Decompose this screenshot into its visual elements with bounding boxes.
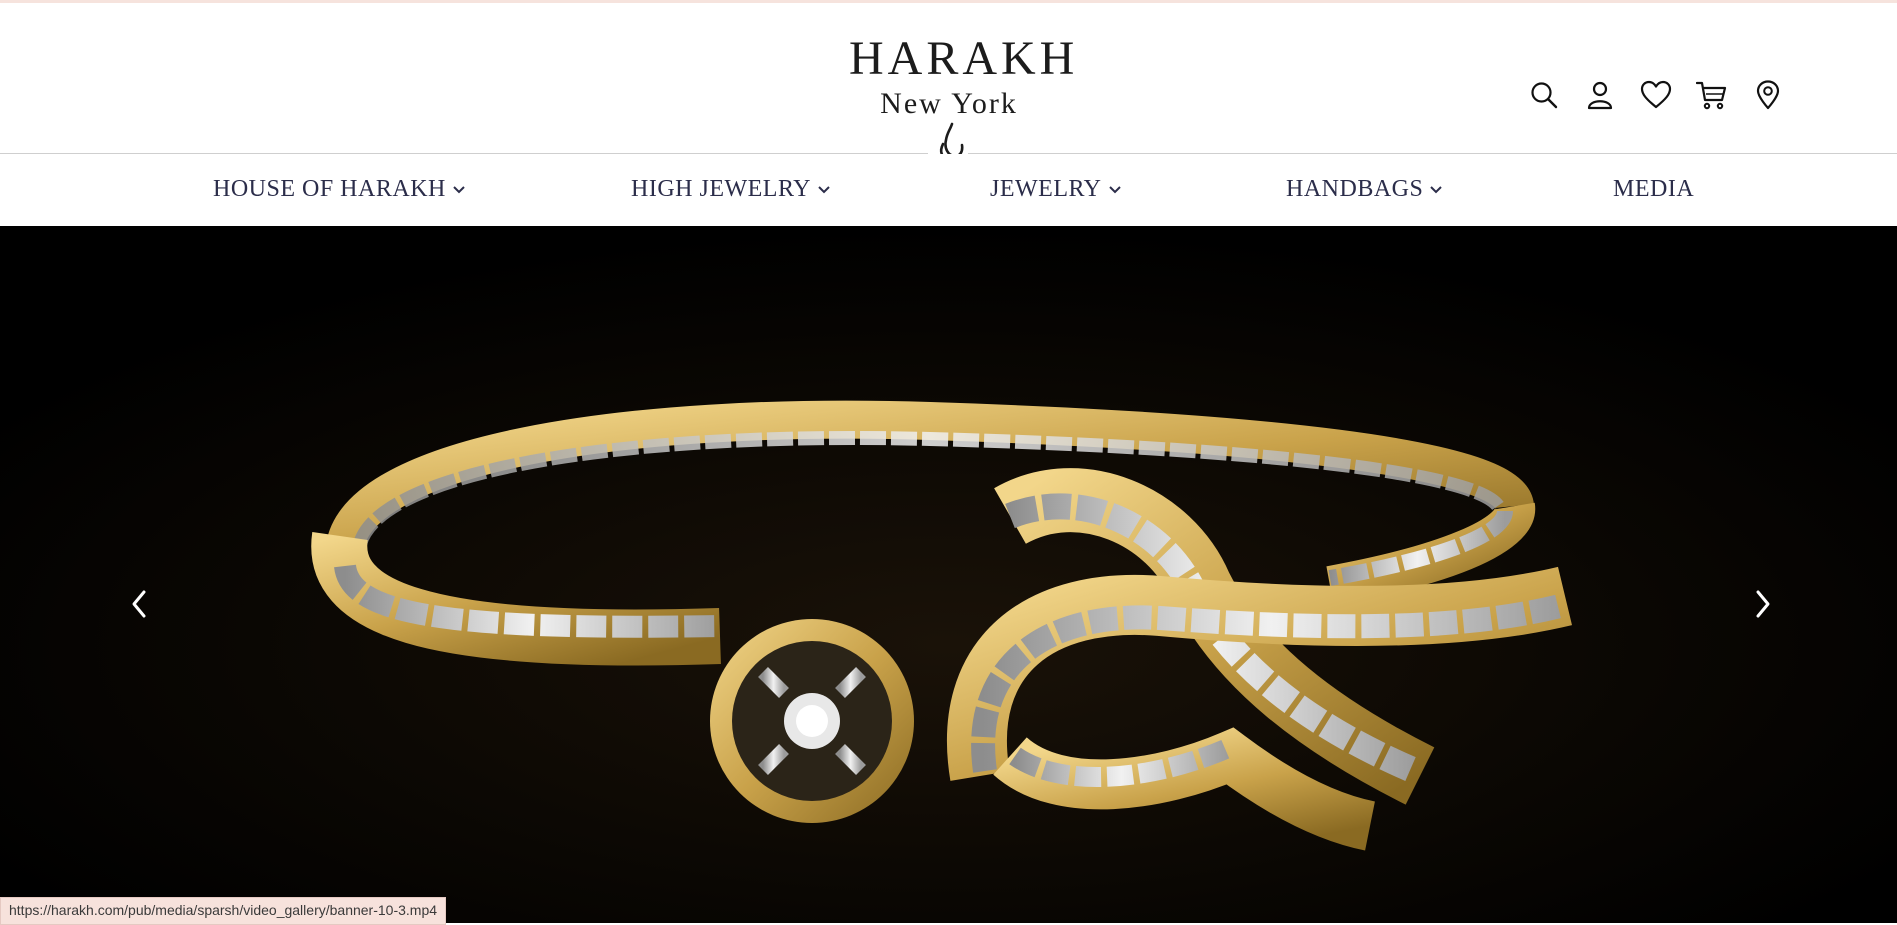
nav-label: HANDBAGS [1286, 176, 1424, 202]
browser-status-url: https://harakh.com/pub/media/sparsh/vide… [0, 897, 447, 925]
nav-item-media[interactable]: MEDIA [1613, 176, 1694, 203]
nav-item-handbags[interactable]: HANDBAGS [1286, 176, 1443, 203]
slider-prev-button[interactable] [124, 584, 154, 624]
nav-label: JEWELRY [990, 176, 1102, 202]
brand-logo[interactable]: HARAKH New York [849, 32, 1079, 121]
nav-item-jewelry[interactable]: JEWELRY [990, 176, 1122, 203]
hero-bracelet-image [0, 226, 1897, 923]
cart-icon[interactable] [1695, 78, 1729, 112]
chevron-down-icon [818, 185, 830, 193]
chevron-down-icon [1108, 185, 1121, 193]
slider-next-button[interactable] [1748, 584, 1778, 624]
hero-banner-slider[interactable] [0, 226, 1897, 923]
nav-item-house-of-harakh[interactable]: HOUSE OF HARAKH [213, 176, 466, 203]
account-icon[interactable] [1583, 78, 1617, 112]
chevron-down-icon [1430, 185, 1443, 193]
chevron-right-icon [1756, 590, 1770, 618]
header-icon-group [1527, 78, 1785, 112]
nav-label: MEDIA [1613, 176, 1695, 202]
brand-name: HARAKH [849, 32, 1079, 85]
chevron-down-icon [453, 185, 465, 193]
chevron-left-icon [132, 590, 146, 618]
wishlist-heart-icon[interactable] [1639, 78, 1673, 112]
store-locator-icon[interactable] [1751, 78, 1785, 112]
brand-city: New York [880, 87, 1018, 120]
nav-label: HIGH JEWELRY [631, 176, 811, 202]
nav-item-high-jewelry[interactable]: HIGH JEWELRY [631, 176, 831, 203]
main-navigation: HOUSE OF HARAKH HIGH JEWELRY JEWELRY HAN… [0, 154, 1897, 226]
search-icon[interactable] [1527, 78, 1561, 112]
nav-label: HOUSE OF HARAKH [213, 176, 446, 202]
